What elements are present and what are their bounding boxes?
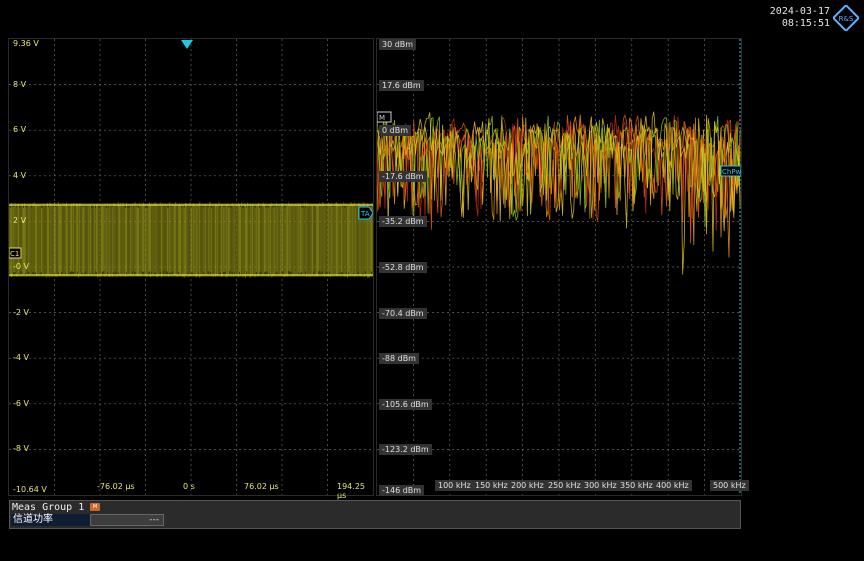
spectrum-x-label: 100 kHz — [435, 480, 474, 491]
spectrum-y-label: 30 dBm — [379, 39, 417, 50]
time-x-label: 194.25 µs — [337, 482, 365, 500]
spectrum-y-label: -105.6 dBm — [379, 398, 432, 410]
time-y-label: -0 V — [13, 262, 29, 271]
spectrum-marker-right-label: ChPw — [722, 168, 741, 176]
date-text: 2024-03-17 — [769, 6, 830, 17]
time-y-label: -2 V — [13, 307, 29, 317]
time-y-label: 9.36 V — [13, 39, 39, 48]
time-y-label: 2 V — [13, 216, 27, 226]
meas-row[interactable]: 信道功率 --- — [10, 514, 164, 526]
channel-marker-label: C1 — [10, 250, 19, 258]
time-y-label: 6 V — [13, 125, 27, 135]
spectrum-x-label: 500 kHz — [710, 480, 749, 491]
datetime: 2024-03-17 08:15:51 — [740, 6, 830, 30]
time-y-label: -8 V — [13, 444, 29, 454]
spectrum-x-label: 250 kHz — [545, 480, 584, 491]
spectrum-y-label: 17.6 dBm — [379, 79, 424, 91]
time-domain-plot[interactable]: TA C1 — [9, 39, 373, 495]
spectrum-trace — [377, 111, 741, 275]
time-trace — [9, 202, 373, 278]
trigger-marker-label: TA — [360, 210, 370, 218]
time-y-label: -10.64 V — [13, 485, 47, 494]
spectrum-y-label: 0 dBm — [379, 125, 411, 137]
spectrum-y-label: -35.2 dBm — [379, 216, 427, 228]
spectrum-plot[interactable]: M ChPw — [377, 39, 741, 495]
rohde-schwarz-logo-icon: R&S — [833, 5, 859, 31]
time-y-label: -6 V — [13, 398, 29, 408]
spectrum-y-label: -123.2 dBm — [379, 444, 432, 456]
time-text: 08:15:51 — [781, 18, 830, 29]
meas-badge-icon: M — [90, 503, 100, 511]
spectrum-panel[interactable]: M ChPw 30 dBm 17.6 dBm 0 dBm -17.6 dBm -35.2 … — [376, 38, 749, 496]
time-y-label: 4 V — [13, 170, 27, 180]
spectrum-marker-left-label: M — [379, 114, 385, 122]
spectrum-y-label: -70.4 dBm — [379, 307, 427, 319]
time-x-label: -76.02 µs — [97, 482, 135, 491]
spectrum-x-label: 400 kHz — [653, 480, 692, 491]
time-domain-panel[interactable]: TA C1 9.36 V 8 V 6 V 4 V 2 V -0 V -2 V -4 V -6 V -… — [8, 38, 374, 500]
meas-row-value: --- — [90, 514, 164, 526]
svg-text:R&S: R&S — [839, 15, 854, 23]
spectrum-x-label: 350 kHz — [617, 480, 656, 491]
time-x-label: 0 s — [183, 482, 195, 491]
spectrum-x-label: 300 kHz — [581, 480, 620, 491]
spectrum-y-label: -17.6 dBm — [379, 170, 427, 182]
spectrum-marker-left[interactable]: M — [377, 111, 392, 123]
time-y-label: 8 V — [13, 79, 27, 89]
spectrum-x-label: 200 kHz — [508, 480, 547, 491]
spectrum-y-label: -52.8 dBm — [379, 262, 427, 273]
spectrum-y-label: -88 dBm — [379, 353, 419, 365]
time-y-label: -4 V — [13, 353, 29, 363]
spectrum-x-label: 150 kHz — [472, 480, 511, 491]
meas-row-name: 信道功率 — [11, 514, 91, 526]
meas-group-panel[interactable]: Meas Group 1 M 信道功率 --- — [9, 500, 741, 529]
meas-group-title: Meas Group 1 — [12, 502, 85, 513]
time-x-label: 76.02 µs — [244, 482, 279, 491]
channel-marker[interactable]: C1 — [9, 247, 22, 259]
spectrum-marker-right[interactable]: ChPw — [720, 165, 741, 177]
spectrum-y-label: -146 dBm — [379, 485, 425, 496]
